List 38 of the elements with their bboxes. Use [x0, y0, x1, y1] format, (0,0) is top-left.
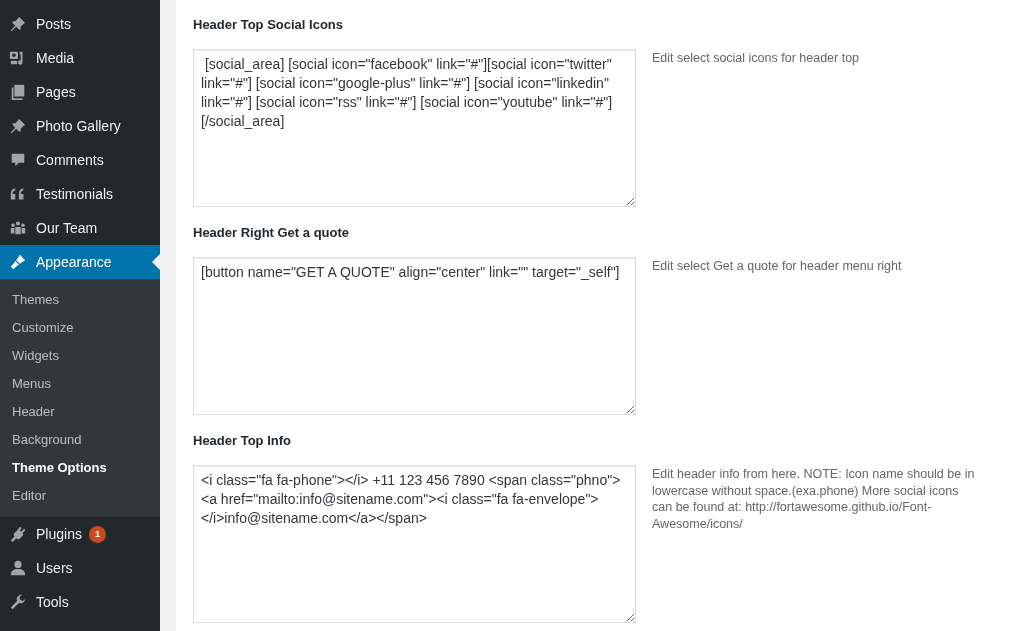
menu-item[interactable]: Plugins 1 — [0, 517, 160, 551]
field-description: Edit select Get a quote for header menu right — [652, 258, 903, 275]
code-field[interactable]: [button name="GET A QUOTE" align="center" link="" target="_self"] — [193, 257, 636, 415]
pages-icon — [9, 83, 27, 101]
update-count-badge: 1 — [88, 525, 106, 543]
menu-item[interactable]: Appearance — [0, 245, 160, 279]
menu-item[interactable]: Media — [0, 41, 160, 75]
code-field[interactable]: <i class="fa fa-phone"></i> +11 123 456 7890 <span class="phno"><a href="mailto:info@sitename.com"><i class="fa fa-envelope"></i>info@sitename.com</a></span> — [193, 465, 636, 623]
plug-icon — [9, 525, 27, 543]
field-label: Header Right Get a quote — [193, 225, 351, 242]
submenu-item[interactable]: Background — [0, 426, 160, 454]
menu-item[interactable]: Pages — [0, 75, 160, 109]
menu-item[interactable]: Posts — [0, 7, 160, 41]
submenu-item[interactable]: Themes — [0, 286, 160, 314]
menu-item[interactable]: Our Team — [0, 211, 160, 245]
submenu-item[interactable]: Customize — [0, 314, 160, 342]
submenu-item[interactable]: Theme Options — [0, 454, 160, 482]
menu-item[interactable]: Tools — [0, 585, 160, 619]
code-field[interactable]: [social_area] [social icon="facebook" link="#"][social icon="twitter" link="#"] [social icon="google-plus" link="#"] [social icon="linkedin" link="#"] [social icon="rss" link="#"] [social icon="youtube" link="#"][/social_area] — [193, 49, 636, 207]
wrench-icon — [9, 593, 27, 611]
speech-bubble-icon — [9, 151, 27, 169]
field-description: Edit header info from here. NOTE: Icon name should be in lowercase without space.(exa.phone) More social icons can be found at: http://fortawesome.github.io/Font-Awesome/icons/ — [652, 466, 976, 532]
menu-item[interactable]: Testimonials — [0, 177, 160, 211]
menu-item[interactable]: Users — [0, 551, 160, 585]
submenu-item[interactable]: Header — [0, 398, 160, 426]
submenu-item[interactable]: Widgets — [0, 342, 160, 370]
user-icon — [9, 559, 27, 577]
field-label: Header Top Social Icons — [193, 17, 345, 34]
pin-icon — [9, 117, 27, 135]
menu-item[interactable]: Photo Gallery — [0, 109, 160, 143]
field-label: Header Top Info — [193, 433, 292, 450]
pin-icon — [9, 15, 27, 33]
menu-item[interactable]: Comments — [0, 143, 160, 177]
submenu-item[interactable]: Menus — [0, 370, 160, 398]
submenu-item[interactable]: Editor — [0, 482, 160, 510]
paintbrush-icon — [9, 253, 27, 271]
people-icon — [9, 219, 27, 237]
field-description: Edit select social icons for header top — [652, 50, 861, 67]
